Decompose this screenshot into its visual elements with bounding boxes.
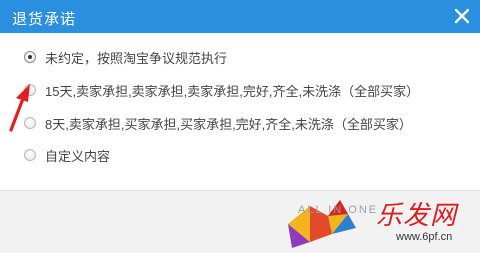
watermark-url: www.6pf.cn: [396, 231, 453, 243]
close-icon[interactable]: [450, 4, 474, 28]
option-label: 8天,卖家承担,买家承担,买家承担,完好,齐全,未洗涤（全部买家）: [45, 116, 412, 132]
option-label: 15天,卖家承担,卖家承担,卖家承担,完好,齐全,未洗涤（全部买家）: [45, 83, 420, 99]
option-default[interactable]: 未约定，按照淘宝争议规范执行: [24, 47, 227, 67]
option-custom[interactable]: 自定义内容: [24, 145, 110, 165]
option-8-days[interactable]: 8天,卖家承担,买家承担,买家承担,完好,齐全,未洗涤（全部买家）: [24, 113, 412, 133]
dialog-title: 退货承诺: [12, 11, 77, 28]
option-label: 自定义内容: [45, 148, 111, 164]
annotation-arrow-icon: [9, 84, 30, 132]
radio-button[interactable]: [24, 51, 36, 63]
watermark-chinese: 乐发网: [376, 201, 458, 231]
watermark-text: ALL IN ONE: [298, 204, 379, 216]
option-15-days[interactable]: 15天,卖家承担,卖家承担,卖家承担,完好,齐全,未洗涤（全部买家）: [24, 80, 419, 100]
dialog-titlebar: 退货承诺: [0, 0, 480, 33]
radio-button[interactable]: [24, 149, 36, 161]
option-label: 未约定，按照淘宝争议规范执行: [45, 50, 228, 66]
